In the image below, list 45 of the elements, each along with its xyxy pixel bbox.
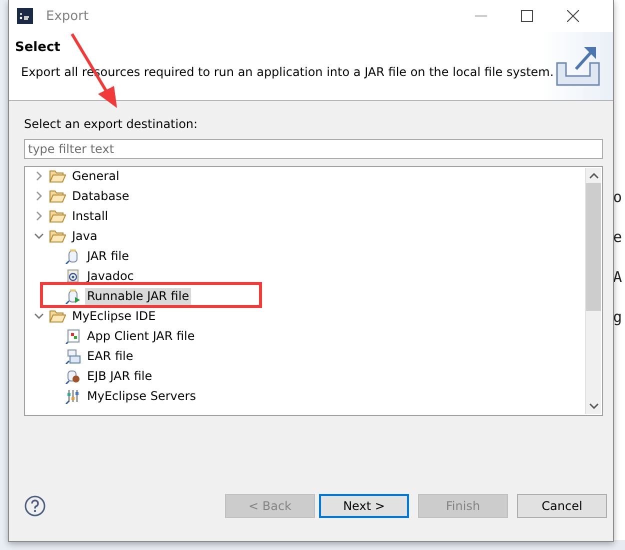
editor-text: g [613,308,624,326]
folder-icon [49,209,66,223]
next-button[interactable]: Next > [319,494,409,518]
folder-icon [49,169,66,183]
jar-run-icon [65,288,81,304]
tree-item[interactable]: App Client JAR file [85,328,197,344]
app-client-icon [65,328,81,344]
scroll-down-icon[interactable] [588,403,598,409]
tree-item[interactable]: General [70,168,122,184]
editor-text: o [613,188,624,206]
editor-text: e [613,228,624,246]
collapse-icon[interactable] [34,232,44,240]
tree-item[interactable]: Java [70,228,100,244]
tree-item[interactable]: JAR file [85,248,131,264]
tree-item[interactable]: MyEclipse Servers [85,388,198,404]
expand-icon[interactable] [34,191,44,201]
tree-item[interactable]: Database [70,188,132,204]
help-icon[interactable] [24,494,46,516]
tree-item[interactable]: EAR file [85,348,136,364]
expand-icon[interactable] [34,171,44,181]
cancel-button[interactable]: Cancel [517,494,607,518]
window-title: Export [46,8,90,24]
tree-item[interactable]: MyEclipse IDE [70,308,158,324]
app-icon [17,8,33,24]
close-button[interactable] [567,10,579,22]
scroll-up-icon[interactable] [588,173,598,179]
folder-icon [49,309,66,323]
servers-icon [65,388,81,404]
filter-field[interactable]: type filter text [24,139,603,159]
collapse-icon[interactable] [34,312,44,320]
tree-item[interactable]: Install [70,208,110,224]
bean-jar-icon [65,368,81,384]
folder-icon [49,189,66,203]
tree-item[interactable]: Runnable JAR file [85,288,192,304]
scrollbar[interactable] [585,168,601,414]
folder-icon [49,229,66,243]
expand-icon[interactable] [34,211,44,221]
page-title: Select [15,40,62,55]
ear-file-icon [65,348,81,364]
editor-text: A [613,268,624,286]
field-label: Select an export destination: [24,117,199,133]
maximize-button[interactable] [521,10,533,22]
javadoc-icon [65,268,81,284]
tree-item[interactable]: EJB JAR file [85,368,154,384]
tree-item[interactable]: Javadoc [85,268,136,284]
